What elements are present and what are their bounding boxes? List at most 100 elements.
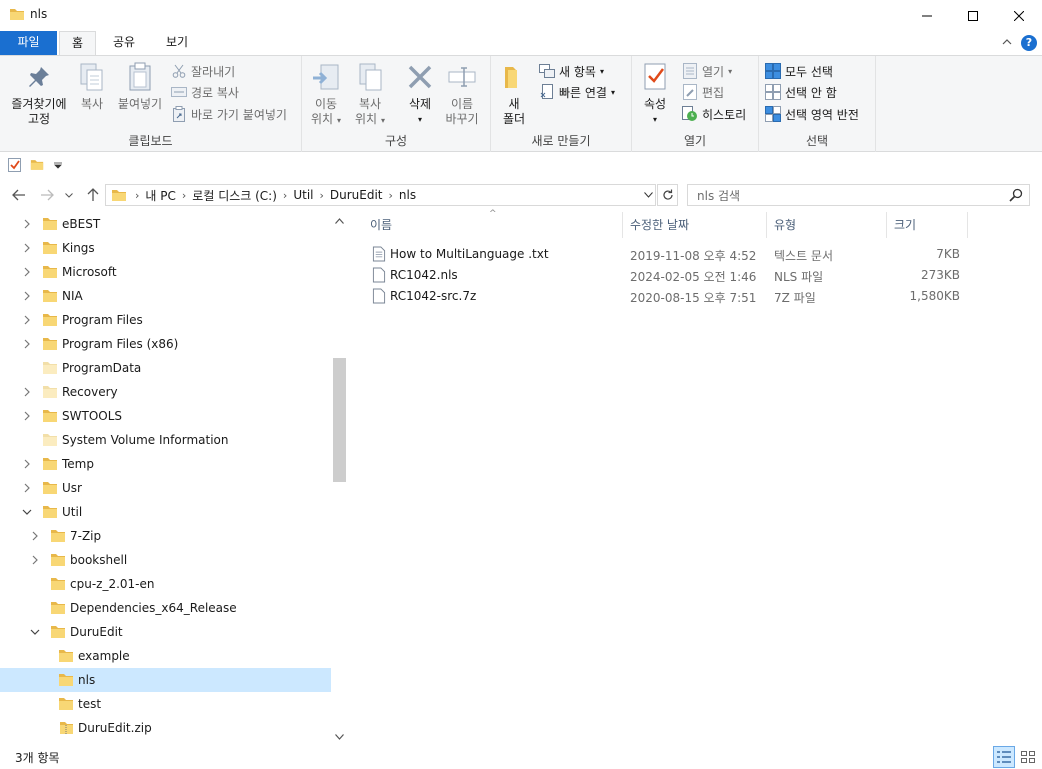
chevron-right-icon[interactable]: [21, 458, 33, 470]
tree-item[interactable]: Kings: [0, 236, 331, 260]
tree-item[interactable]: System Volume Information: [0, 428, 331, 452]
column-header-size[interactable]: 크기: [894, 212, 964, 238]
tree-item[interactable]: eBEST: [0, 212, 331, 236]
column-divider[interactable]: [766, 212, 767, 238]
up-button[interactable]: [84, 186, 102, 204]
breadcrumb-util[interactable]: Util: [293, 188, 313, 202]
tree-item[interactable]: DuruEdit.zip: [0, 716, 331, 740]
tree-item[interactable]: Temp: [0, 452, 331, 476]
tree-item[interactable]: nls: [0, 668, 331, 692]
tree-item[interactable]: NIA: [0, 284, 331, 308]
tree-item[interactable]: Dependencies_x64_Release: [0, 596, 331, 620]
collapse-ribbon-icon[interactable]: [1002, 39, 1012, 45]
chevron-right-icon[interactable]: [21, 266, 33, 278]
chevron-right-icon[interactable]: [21, 386, 33, 398]
rename-button[interactable]: 이름 바꾸기: [442, 61, 482, 127]
chevron-down-icon[interactable]: [21, 506, 33, 518]
tree-item[interactable]: bookshell: [0, 548, 331, 572]
tree-item[interactable]: Microsoft: [0, 260, 331, 284]
tree-item[interactable]: example: [0, 644, 331, 668]
customize-toolbar-icon[interactable]: [54, 162, 62, 169]
invert-selection-label: 선택 영역 반전: [785, 107, 859, 122]
tab-share[interactable]: 공유: [103, 31, 145, 55]
maximize-button[interactable]: [950, 0, 996, 31]
edit-button[interactable]: 편집: [682, 82, 724, 102]
pin-quick-access-button[interactable]: 즐겨찾기에 고정: [6, 61, 72, 127]
tree-item[interactable]: Program Files: [0, 308, 331, 332]
minimize-button[interactable]: [904, 0, 950, 31]
tree-item[interactable]: 7-Zip: [0, 524, 331, 548]
paste-button[interactable]: 붙여넣기: [112, 61, 168, 112]
close-button[interactable]: [996, 0, 1042, 31]
tab-file[interactable]: 파일: [0, 31, 57, 55]
invert-selection-button[interactable]: 선택 영역 반전: [765, 104, 859, 124]
breadcrumb-duruedit[interactable]: DuruEdit: [330, 188, 383, 202]
tree-item[interactable]: Recovery: [0, 380, 331, 404]
tree-item[interactable]: ProgramData: [0, 356, 331, 380]
back-button[interactable]: [10, 186, 28, 204]
column-divider[interactable]: [967, 212, 968, 238]
tree-item[interactable]: Util: [0, 500, 331, 524]
address-bar[interactable]: › 내 PC › 로컬 디스크 (C:) › Util › DuruEdit ›…: [105, 184, 656, 206]
properties-quick-icon[interactable]: [8, 157, 22, 173]
chevron-right-icon[interactable]: [21, 482, 33, 494]
chevron-right-icon[interactable]: [21, 314, 33, 326]
chevron-right-icon[interactable]: [21, 218, 33, 230]
chevron-right-icon[interactable]: [21, 242, 33, 254]
column-header-type[interactable]: 유형: [774, 212, 884, 238]
properties-button[interactable]: 속성 ▾: [640, 61, 670, 127]
tree-item[interactable]: Usr: [0, 476, 331, 500]
forward-button[interactable]: [38, 186, 56, 204]
tab-home[interactable]: 홈: [59, 31, 96, 56]
chevron-right-icon[interactable]: [21, 410, 33, 422]
recent-locations-button[interactable]: [62, 186, 76, 204]
paste-shortcut-button[interactable]: 바로 가기 붙여넣기: [171, 104, 287, 124]
cut-button[interactable]: 잘라내기: [171, 61, 235, 81]
chevron-right-icon[interactable]: [29, 530, 41, 542]
column-divider[interactable]: [886, 212, 887, 238]
address-dropdown-button[interactable]: [640, 184, 656, 206]
select-all-button[interactable]: 모두 선택: [765, 61, 833, 81]
chevron-right-icon[interactable]: [29, 554, 41, 566]
easy-access-button[interactable]: 빠른 연결 ▾: [539, 82, 615, 102]
column-header-date[interactable]: 수정한 날짜: [630, 212, 765, 238]
breadcrumb-this-pc[interactable]: 내 PC: [145, 187, 175, 204]
scroll-thumb[interactable]: [333, 358, 346, 482]
column-header-name[interactable]: 이름: [370, 212, 620, 238]
nav-scrollbar[interactable]: [331, 212, 347, 745]
tree-item[interactable]: cpu-z_2.01-en: [0, 572, 331, 596]
move-to-button[interactable]: 이동 위치 ▾: [308, 61, 344, 128]
scroll-down-button[interactable]: [331, 728, 347, 745]
chevron-down-icon[interactable]: [29, 626, 41, 638]
copy-button[interactable]: 복사: [74, 61, 110, 112]
column-divider[interactable]: [622, 212, 623, 238]
help-button[interactable]: ?: [1021, 35, 1037, 51]
file-row[interactable]: RC1042.nls 2024-02-05 오전 1:46 NLS 파일 273KB: [362, 264, 972, 285]
new-folder-button[interactable]: 새 폴더: [499, 61, 529, 127]
delete-button[interactable]: 삭제 ▾: [402, 61, 438, 127]
large-icons-view-button[interactable]: [1017, 746, 1039, 768]
select-none-button[interactable]: 선택 안 함: [765, 82, 837, 102]
open-button[interactable]: 열기 ▾: [682, 61, 732, 81]
chevron-right-icon[interactable]: [21, 290, 33, 302]
tree-item[interactable]: test: [0, 692, 331, 716]
file-row[interactable]: RC1042-src.7z 2020-08-15 오후 7:51 7Z 파일 1,58…: [362, 285, 972, 306]
new-folder-quick-icon[interactable]: [30, 158, 44, 171]
details-view-button[interactable]: [993, 746, 1015, 768]
breadcrumb-nls[interactable]: nls: [399, 188, 416, 202]
copy-to-button[interactable]: 복사 위치 ▾: [352, 61, 388, 128]
chevron-right-icon[interactable]: [21, 338, 33, 350]
new-item-button[interactable]: 새 항목 ▾: [539, 61, 604, 81]
chevron-down-icon: [65, 192, 73, 198]
refresh-button[interactable]: [657, 184, 678, 206]
search-input[interactable]: nls 검색: [687, 184, 1030, 206]
scroll-up-button[interactable]: [331, 212, 347, 229]
file-row[interactable]: How to MultiLanguage .txt 2019-11-08 오후 4…: [362, 243, 972, 264]
history-button[interactable]: 히스토리: [682, 104, 746, 124]
tree-item[interactable]: Program Files (x86): [0, 332, 331, 356]
tree-item[interactable]: DuruEdit: [0, 620, 331, 644]
tab-view[interactable]: 보기: [156, 31, 198, 55]
copy-path-button[interactable]: 경로 복사: [171, 82, 239, 102]
breadcrumb-local-disk[interactable]: 로컬 디스크 (C:): [192, 187, 277, 204]
tree-item[interactable]: SWTOOLS: [0, 404, 331, 428]
